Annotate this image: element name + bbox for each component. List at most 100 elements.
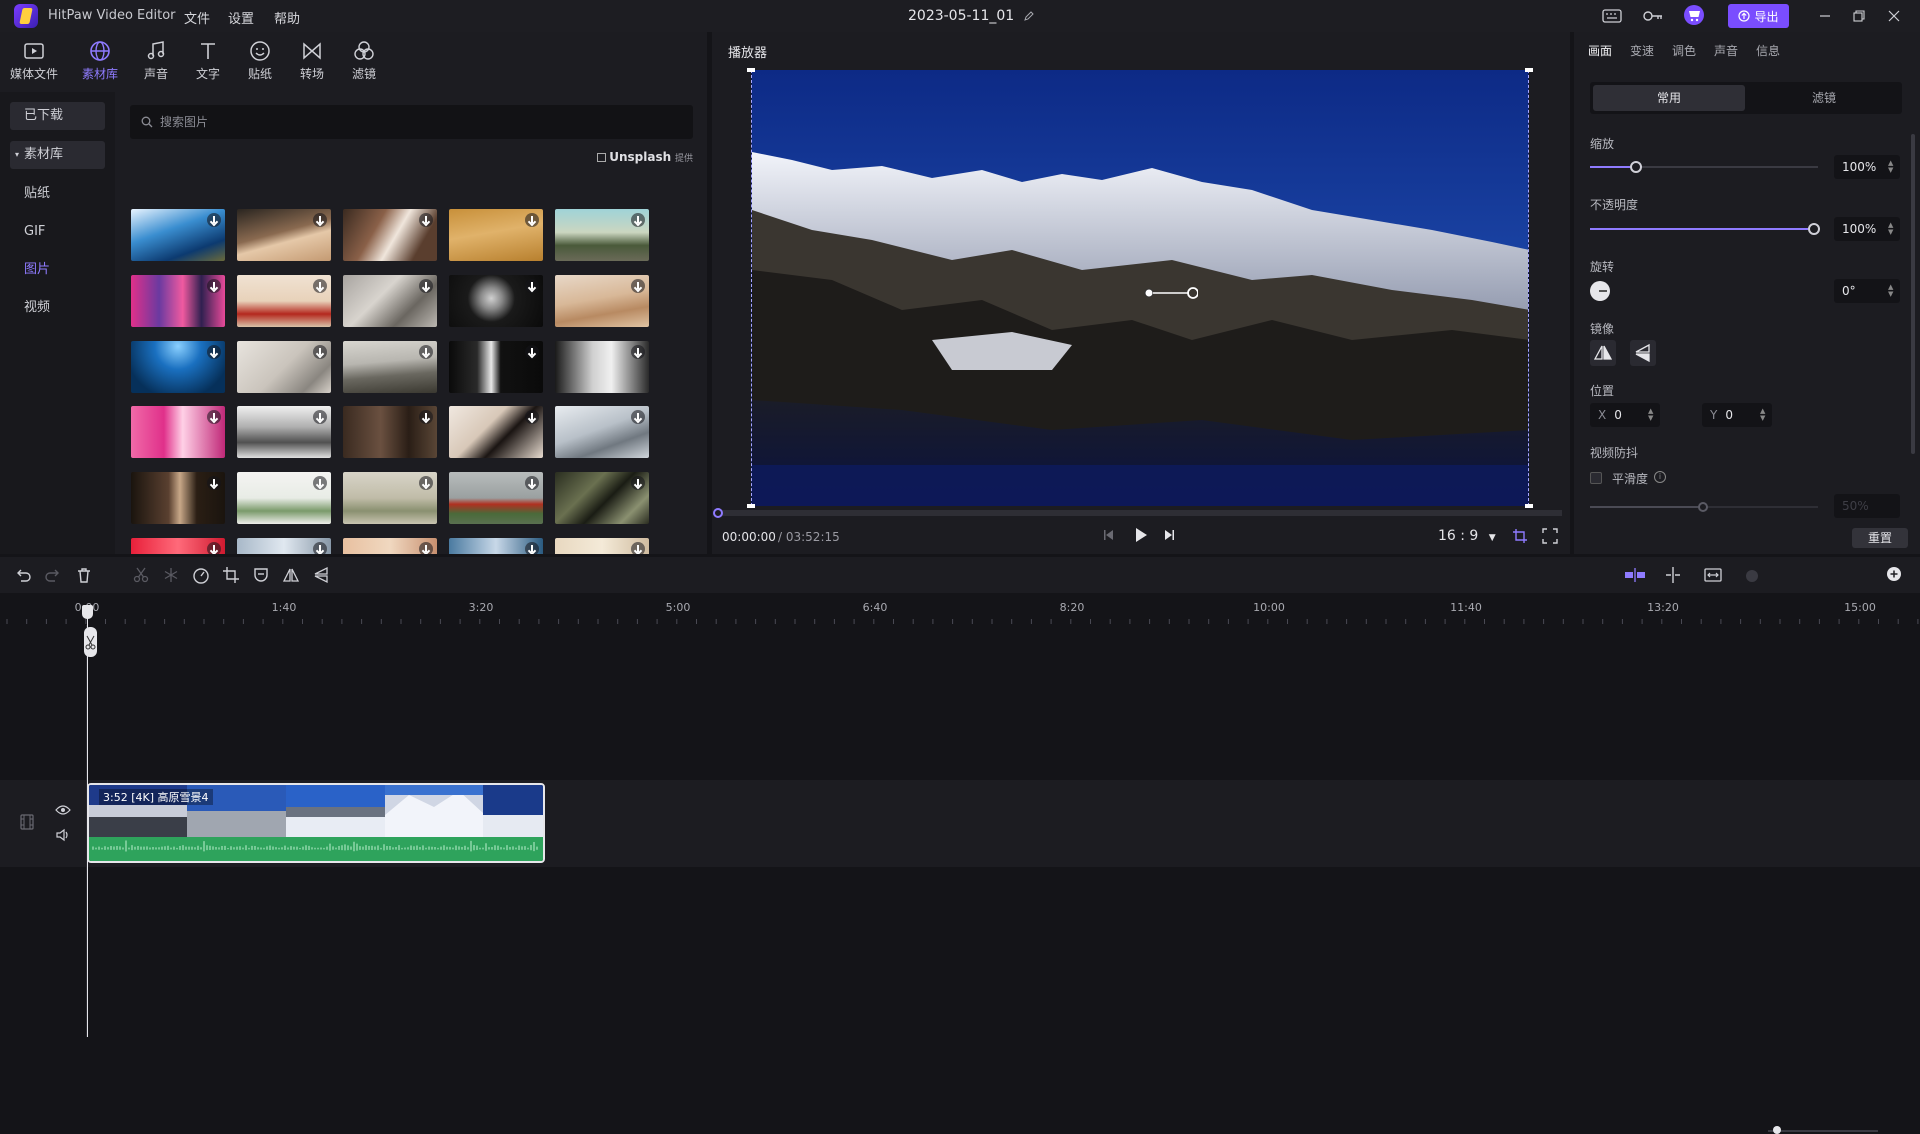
download-icon[interactable] <box>419 213 433 227</box>
playhead-line[interactable] <box>87 605 88 1037</box>
motion-path-handle[interactable] <box>1144 286 1198 299</box>
project-title[interactable]: 2023-05-11_01 <box>908 8 1035 24</box>
image-thumbnail[interactable] <box>449 275 543 327</box>
opacity-slider[interactable] <box>1590 223 1820 235</box>
nav-stickers[interactable]: 贴纸 <box>10 180 105 208</box>
split-marker-icon[interactable] <box>1664 566 1682 584</box>
image-thumbnail[interactable] <box>237 406 331 458</box>
image-thumbnail[interactable] <box>449 406 543 458</box>
snap-icon[interactable] <box>1624 566 1646 584</box>
zoom-in-icon[interactable] <box>1886 566 1904 584</box>
crop-handle[interactable] <box>1525 68 1533 72</box>
nav-gif[interactable]: GIF <box>10 218 105 246</box>
redo-icon[interactable] <box>44 566 62 584</box>
download-icon[interactable] <box>313 213 327 227</box>
playback-scrubber[interactable] <box>713 508 723 518</box>
edit-pencil-icon[interactable] <box>1023 10 1035 22</box>
zoom-out-icon[interactable] <box>1746 570 1758 582</box>
freeze-icon[interactable] <box>162 566 180 584</box>
video-preview[interactable] <box>751 70 1529 506</box>
image-thumbnail[interactable] <box>343 341 437 393</box>
image-thumbnail[interactable] <box>131 275 225 327</box>
stepper-icon[interactable]: ▲ ▼ <box>1760 408 1766 422</box>
download-icon[interactable] <box>313 279 327 293</box>
nav-images[interactable]: 图片 <box>10 256 105 284</box>
aspect-ratio-select[interactable]: 16 : 9 ▼ <box>1438 528 1496 544</box>
nav-videos[interactable]: 视频 <box>10 294 105 322</box>
tab-filters[interactable]: 滤镜 <box>340 40 388 82</box>
properties-scrollbar[interactable] <box>1911 134 1915 454</box>
playhead-scissor-tag[interactable] <box>84 627 97 657</box>
segment-filter[interactable]: 滤镜 <box>1748 85 1900 111</box>
image-thumbnail[interactable] <box>131 538 225 554</box>
image-thumbnail[interactable] <box>237 472 331 524</box>
step-forward-icon[interactable] <box>1162 528 1176 542</box>
image-thumbnail[interactable] <box>555 275 649 327</box>
image-thumbnail[interactable] <box>449 341 543 393</box>
download-icon[interactable] <box>207 476 221 490</box>
image-thumbnail[interactable] <box>131 209 225 261</box>
stepper-icon[interactable]: ▲ ▼ <box>1888 284 1894 298</box>
download-icon[interactable] <box>631 213 645 227</box>
position-y-input[interactable]: Y0 ▲ ▼ <box>1702 403 1772 427</box>
tab-picture[interactable]: 画面 <box>1588 42 1612 59</box>
image-thumbnail[interactable] <box>343 275 437 327</box>
speed-gauge-icon[interactable] <box>192 566 210 584</box>
image-thumbnail[interactable] <box>237 538 331 554</box>
download-icon[interactable] <box>419 542 433 554</box>
playback-progress-bar[interactable] <box>720 510 1562 516</box>
image-thumbnail[interactable] <box>237 209 331 261</box>
restore-icon[interactable] <box>1850 7 1868 25</box>
nav-downloaded[interactable]: 已下载 <box>10 102 105 130</box>
download-icon[interactable] <box>525 345 539 359</box>
key-icon[interactable] <box>1642 7 1662 25</box>
download-icon[interactable] <box>207 279 221 293</box>
tab-color[interactable]: 调色 <box>1672 42 1696 59</box>
download-icon[interactable] <box>207 410 221 424</box>
tab-speed[interactable]: 变速 <box>1630 42 1654 59</box>
image-thumbnail[interactable] <box>449 538 543 554</box>
download-icon[interactable] <box>525 476 539 490</box>
image-thumbnail[interactable] <box>555 341 649 393</box>
playhead-handle[interactable] <box>82 605 93 619</box>
tab-sound[interactable]: 声音 <box>1714 42 1738 59</box>
download-icon[interactable] <box>313 542 327 554</box>
tab-text[interactable]: 文字 <box>184 40 232 82</box>
export-button[interactable]: 导出 <box>1728 4 1789 28</box>
play-icon[interactable] <box>1133 526 1149 544</box>
flip-horizontal-button[interactable] <box>1590 340 1616 366</box>
image-thumbnail[interactable] <box>343 209 437 261</box>
download-icon[interactable] <box>207 542 221 554</box>
image-thumbnail[interactable] <box>343 538 437 554</box>
tab-transitions[interactable]: 转场 <box>288 40 336 82</box>
empty-track-area[interactable] <box>0 625 1920 780</box>
stepper-icon[interactable]: ▲ ▼ <box>1888 222 1894 236</box>
info-icon[interactable]: i <box>1654 471 1666 483</box>
crop-icon[interactable] <box>222 566 240 584</box>
download-icon[interactable] <box>631 476 645 490</box>
scissors-icon[interactable] <box>132 566 150 584</box>
opacity-slider-knob[interactable] <box>1808 223 1820 235</box>
opacity-input[interactable]: 100% ▲ ▼ <box>1834 217 1900 241</box>
video-clip[interactable]: 3:52 [4K] 高原雪景4 <box>87 783 545 863</box>
unsplash-credit[interactable]: Unsplash 提供 <box>597 150 693 164</box>
undo-icon[interactable] <box>14 566 32 584</box>
download-icon[interactable] <box>419 476 433 490</box>
mirror-icon[interactable] <box>282 566 300 584</box>
stepper-icon[interactable]: ▲ ▼ <box>1888 160 1894 174</box>
image-thumbnail[interactable] <box>237 341 331 393</box>
crop-frame-icon[interactable] <box>1512 528 1528 544</box>
flip-icon[interactable] <box>312 566 330 584</box>
download-icon[interactable] <box>525 279 539 293</box>
download-icon[interactable] <box>631 345 645 359</box>
image-thumbnail[interactable] <box>343 406 437 458</box>
nav-library[interactable]: ▾ 素材库 <box>10 141 105 169</box>
download-icon[interactable] <box>631 410 645 424</box>
stabilize-checkbox[interactable] <box>1590 472 1602 484</box>
download-icon[interactable] <box>419 410 433 424</box>
tab-audio[interactable]: 声音 <box>132 40 180 82</box>
timeline-zoom-slider[interactable] <box>1768 1130 1878 1132</box>
download-icon[interactable] <box>207 345 221 359</box>
timeline-zoom-knob[interactable] <box>1773 1126 1781 1134</box>
fit-timeline-icon[interactable] <box>1704 566 1722 584</box>
